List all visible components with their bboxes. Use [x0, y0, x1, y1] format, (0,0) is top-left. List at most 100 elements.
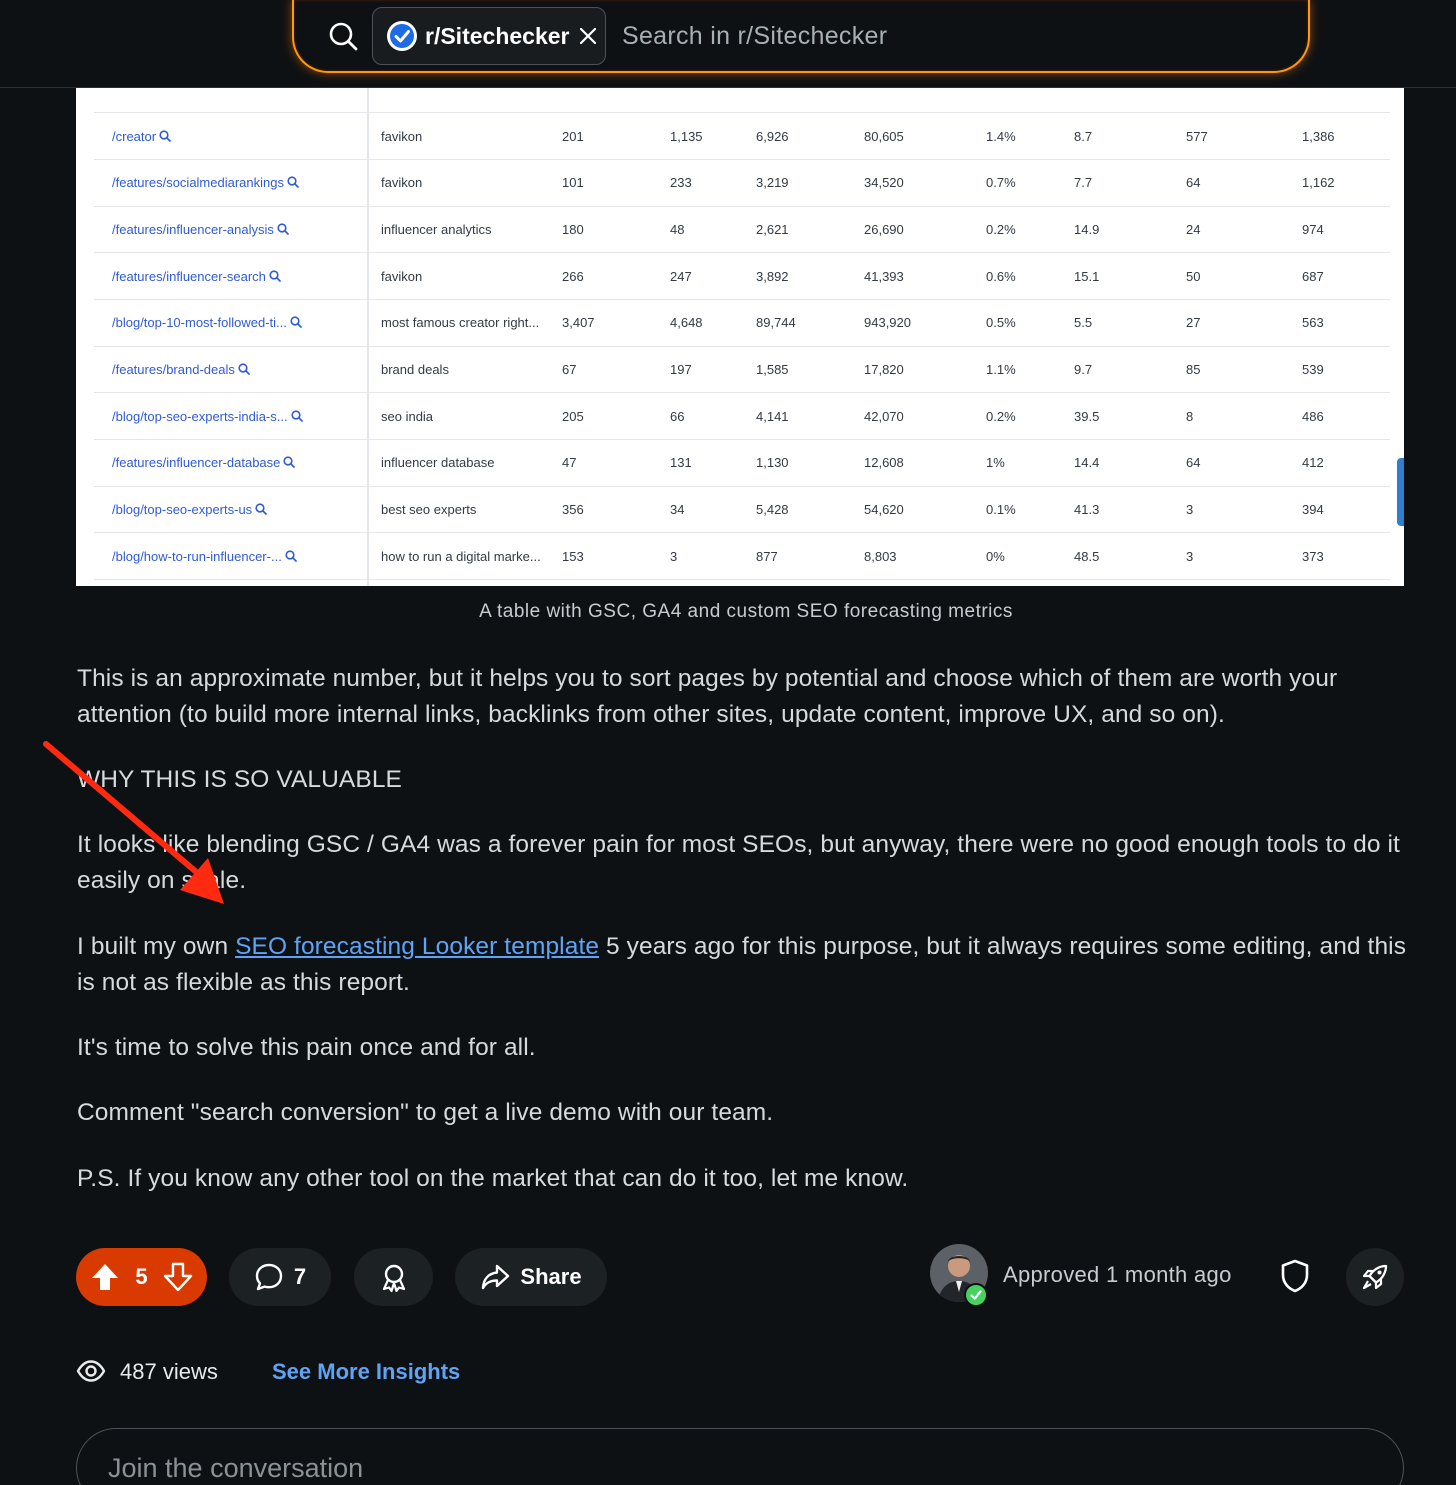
table-cell: 7.7: [1074, 159, 1186, 207]
cell-value: 577: [1186, 128, 1208, 144]
table-cell: 0.6%: [986, 252, 1074, 300]
search-input[interactable]: Search in r/Sitechecker: [622, 22, 887, 51]
shield-icon[interactable]: [1278, 1258, 1312, 1294]
cell-value: 153: [562, 548, 584, 564]
page-url: /features/socialmediarankings: [112, 175, 284, 191]
cell-value: 201: [562, 128, 584, 144]
cell-value: 0%: [986, 548, 1005, 564]
cell-value: 85: [1186, 361, 1201, 377]
vote-control: 5: [76, 1248, 207, 1306]
page-url-cell[interactable]: /blog/top-seo-experts-us: [94, 486, 369, 534]
award-button[interactable]: [354, 1248, 433, 1306]
table-row: [94, 88, 1390, 114]
cell-value: 89,744: [756, 315, 796, 331]
search-icon[interactable]: [285, 550, 297, 562]
table-cell: [756, 88, 864, 114]
table-cell: [1186, 88, 1302, 114]
search-icon[interactable]: [290, 316, 302, 329]
post-paragraph-2: It looks like blending GSC / GA4 was a f…: [77, 831, 1400, 894]
page-url: /creator: [112, 128, 157, 144]
table-cell: 47: [562, 439, 670, 487]
table-cell: 1,130: [756, 439, 864, 487]
page-url-cell[interactable]: /blog/top-10-most-followed-ti...: [94, 299, 369, 347]
search-icon[interactable]: [255, 503, 268, 515]
moderator-avatar[interactable]: [930, 1244, 988, 1307]
cell-value: 39.5: [1074, 408, 1100, 424]
table-cell[interactable]: [94, 579, 369, 586]
table-cell: [1186, 579, 1302, 586]
looker-template-link[interactable]: SEO forecasting Looker template: [235, 933, 599, 960]
community-avatar: [387, 21, 417, 51]
page-url-cell[interactable]: /features/brand-deals: [94, 346, 369, 394]
table-cell: 687: [1302, 252, 1390, 300]
table-cell: 0.2%: [986, 392, 1074, 440]
cell-value: 3,892: [756, 268, 789, 284]
table-cell: [986, 579, 1074, 586]
table-cell: [1074, 579, 1186, 586]
cell-value: 101: [562, 175, 584, 191]
table-cell: 9.7: [1074, 346, 1186, 394]
table-cell: 180: [562, 206, 670, 254]
page-url-cell[interactable]: /features/influencer-database: [94, 439, 369, 487]
search-icon[interactable]: [287, 176, 299, 189]
table-cell: 5.5: [1074, 299, 1186, 347]
page-url-cell[interactable]: /blog/top-seo-experts-india-s...: [94, 392, 369, 440]
cell-value: 67: [562, 361, 577, 377]
cell-value: 2,621: [756, 221, 789, 237]
table-cell: 12,608: [864, 439, 986, 487]
search-bar[interactable]: r/Sitechecker Search in r/Sitechecker: [292, 0, 1310, 73]
table-cell: 41,393: [864, 252, 986, 300]
downvote-icon[interactable]: [163, 1262, 193, 1292]
table-cell: 3: [1186, 532, 1302, 581]
table-cell: 48.5: [1074, 532, 1186, 581]
upvote-icon[interactable]: [90, 1262, 120, 1292]
boost-button[interactable]: [1346, 1248, 1404, 1306]
table-cell: 201: [562, 112, 670, 160]
search-icon[interactable]: [159, 129, 171, 142]
page-url-cell[interactable]: /blog/how-to-run-influencer-...: [94, 532, 369, 581]
table-cell: 131: [670, 439, 756, 487]
table-cell: 39.5: [1074, 392, 1186, 440]
comments-button[interactable]: 7: [229, 1248, 331, 1306]
cell-value: 247: [670, 268, 692, 284]
table-cell: [1074, 88, 1186, 114]
table-cell: 3: [1186, 486, 1302, 534]
page-url-cell[interactable]: /creator: [94, 112, 369, 160]
cell-value: 9.7: [1074, 361, 1093, 377]
table-cell[interactable]: [94, 88, 369, 114]
table-cell: 101: [562, 159, 670, 207]
cell-value: 48.5: [1074, 548, 1100, 564]
cell-value: 373: [1302, 548, 1324, 564]
cell-value: 266: [562, 268, 584, 284]
comment-input[interactable]: Join the conversation: [76, 1428, 1404, 1485]
table-cell: 17,820: [864, 346, 986, 394]
comment-placeholder: Join the conversation: [108, 1453, 364, 1483]
table-cell: 0.2%: [986, 206, 1074, 254]
table-cell: 42,070: [864, 392, 986, 440]
community-filter-chip[interactable]: r/Sitechecker: [372, 7, 606, 65]
page-url-cell[interactable]: /features/influencer-analysis: [94, 206, 369, 254]
cell-value: 0.1%: [986, 502, 1016, 518]
search-icon[interactable]: [269, 269, 281, 282]
page-url-cell[interactable]: /features/influencer-search: [94, 252, 369, 300]
search-icon[interactable]: [283, 456, 296, 469]
search-icon[interactable]: [238, 363, 250, 375]
search-icon[interactable]: [290, 410, 303, 422]
cell-value: 0.2%: [986, 408, 1016, 424]
page-url-cell[interactable]: /features/socialmediarankings: [94, 159, 369, 207]
cell-value: 131: [670, 455, 692, 471]
cell-value: 27: [1186, 315, 1201, 331]
cell-value: 0.7%: [986, 175, 1016, 191]
table-cell: 577: [1186, 112, 1302, 160]
table-cell: [670, 88, 756, 114]
cell-value: 1,130: [756, 455, 789, 471]
close-icon[interactable]: [579, 27, 597, 45]
cell-value: 47: [562, 455, 577, 471]
see-more-insights-link[interactable]: See More Insights: [272, 1359, 460, 1385]
share-button[interactable]: Share: [455, 1248, 607, 1306]
search-icon[interactable]: [277, 223, 289, 235]
cell-value: how to run a digital marke...: [381, 548, 541, 564]
table-cell: 1.4%: [986, 112, 1074, 160]
table-cell: 8,803: [864, 532, 986, 581]
table-cell: 3,407: [562, 299, 670, 347]
